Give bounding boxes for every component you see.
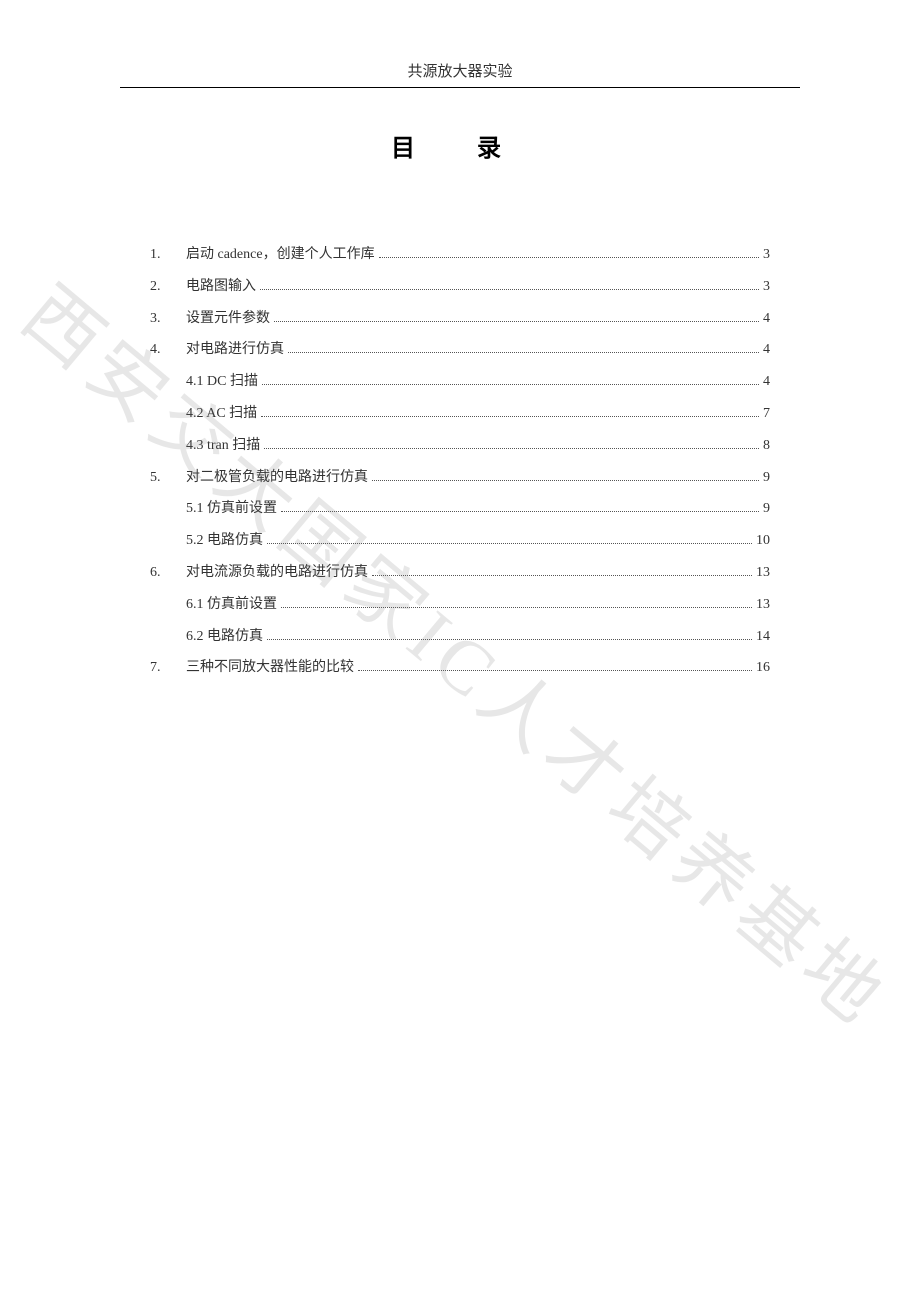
toc-page-number: 4	[763, 338, 770, 362]
toc-leader-dots	[288, 352, 759, 353]
toc-label: 设置元件参数	[186, 307, 270, 331]
toc-label: 启动 cadence，创建个人工作库	[186, 243, 375, 267]
toc-number: 3.	[150, 307, 186, 331]
toc-leader-dots	[261, 416, 759, 417]
toc-label: 4.2 AC 扫描	[186, 402, 257, 426]
toc-page-number: 13	[756, 561, 770, 585]
toc-label: 对电路进行仿真	[186, 338, 284, 362]
toc-label: 三种不同放大器性能的比较	[186, 656, 354, 680]
toc-page-number: 9	[763, 466, 770, 490]
toc-label: 4.3 tran 扫描	[186, 434, 260, 458]
toc-entry: 6.2 电路仿真 14	[150, 625, 770, 649]
toc-page-number: 14	[756, 625, 770, 649]
toc-leader-dots	[372, 480, 759, 481]
toc-entry: 4.对电路进行仿真 4	[150, 338, 770, 362]
toc-label: 对电流源负载的电路进行仿真	[186, 561, 368, 585]
toc-number: 4.	[150, 338, 186, 362]
toc-number: 5.	[150, 466, 186, 490]
toc-page-number: 4	[763, 370, 770, 394]
toc-entry: 6.1 仿真前设置 13	[150, 593, 770, 617]
toc-entry: 1.启动 cadence，创建个人工作库 3	[150, 243, 770, 267]
toc-page-number: 8	[763, 434, 770, 458]
toc-leader-dots	[379, 257, 759, 258]
toc-leader-dots	[372, 575, 752, 576]
table-of-contents: 1.启动 cadence，创建个人工作库32.电路图输入33.设置元件参数44.…	[120, 243, 800, 680]
toc-leader-dots	[281, 607, 752, 608]
toc-page-number: 16	[756, 656, 770, 680]
toc-leader-dots	[264, 448, 759, 449]
toc-leader-dots	[267, 543, 752, 544]
toc-label: 6.2 电路仿真	[186, 625, 263, 649]
toc-entry: 6.对电流源负载的电路进行仿真 13	[150, 561, 770, 585]
toc-entry: 5.1 仿真前设置 9	[150, 497, 770, 521]
toc-label: 4.1 DC 扫描	[186, 370, 258, 394]
toc-entry: 7.三种不同放大器性能的比较 16	[150, 656, 770, 680]
toc-label: 5.1 仿真前设置	[186, 497, 277, 521]
toc-entry: 4.3 tran 扫描 8	[150, 434, 770, 458]
toc-number: 1.	[150, 243, 186, 267]
toc-label: 6.1 仿真前设置	[186, 593, 277, 617]
toc-leader-dots	[262, 384, 759, 385]
toc-page-number: 3	[763, 275, 770, 299]
toc-entry: 4.2 AC 扫描 7	[150, 402, 770, 426]
toc-number: 6.	[150, 561, 186, 585]
toc-label: 电路图输入	[186, 275, 256, 299]
toc-leader-dots	[274, 321, 759, 322]
toc-leader-dots	[358, 670, 752, 671]
toc-leader-dots	[281, 511, 759, 512]
toc-leader-dots	[260, 289, 759, 290]
toc-label: 5.2 电路仿真	[186, 529, 263, 553]
document-page: 共源放大器实验 目 录 1.启动 cadence，创建个人工作库32.电路图输入…	[0, 0, 920, 1302]
toc-page-number: 7	[763, 402, 770, 426]
toc-entry: 5.对二极管负载的电路进行仿真 9	[150, 466, 770, 490]
page-title: 目 录	[120, 128, 800, 163]
toc-entry: 4.1 DC 扫描 4	[150, 370, 770, 394]
toc-number: 2.	[150, 275, 186, 299]
toc-label: 对二极管负载的电路进行仿真	[186, 466, 368, 490]
toc-page-number: 9	[763, 497, 770, 521]
toc-page-number: 10	[756, 529, 770, 553]
toc-page-number: 3	[763, 243, 770, 267]
toc-page-number: 4	[763, 307, 770, 331]
toc-entry: 3.设置元件参数 4	[150, 307, 770, 331]
toc-entry: 5.2 电路仿真 10	[150, 529, 770, 553]
toc-leader-dots	[267, 639, 752, 640]
toc-entry: 2.电路图输入 3	[150, 275, 770, 299]
toc-page-number: 13	[756, 593, 770, 617]
page-header: 共源放大器实验	[120, 60, 800, 88]
toc-number: 7.	[150, 656, 186, 680]
